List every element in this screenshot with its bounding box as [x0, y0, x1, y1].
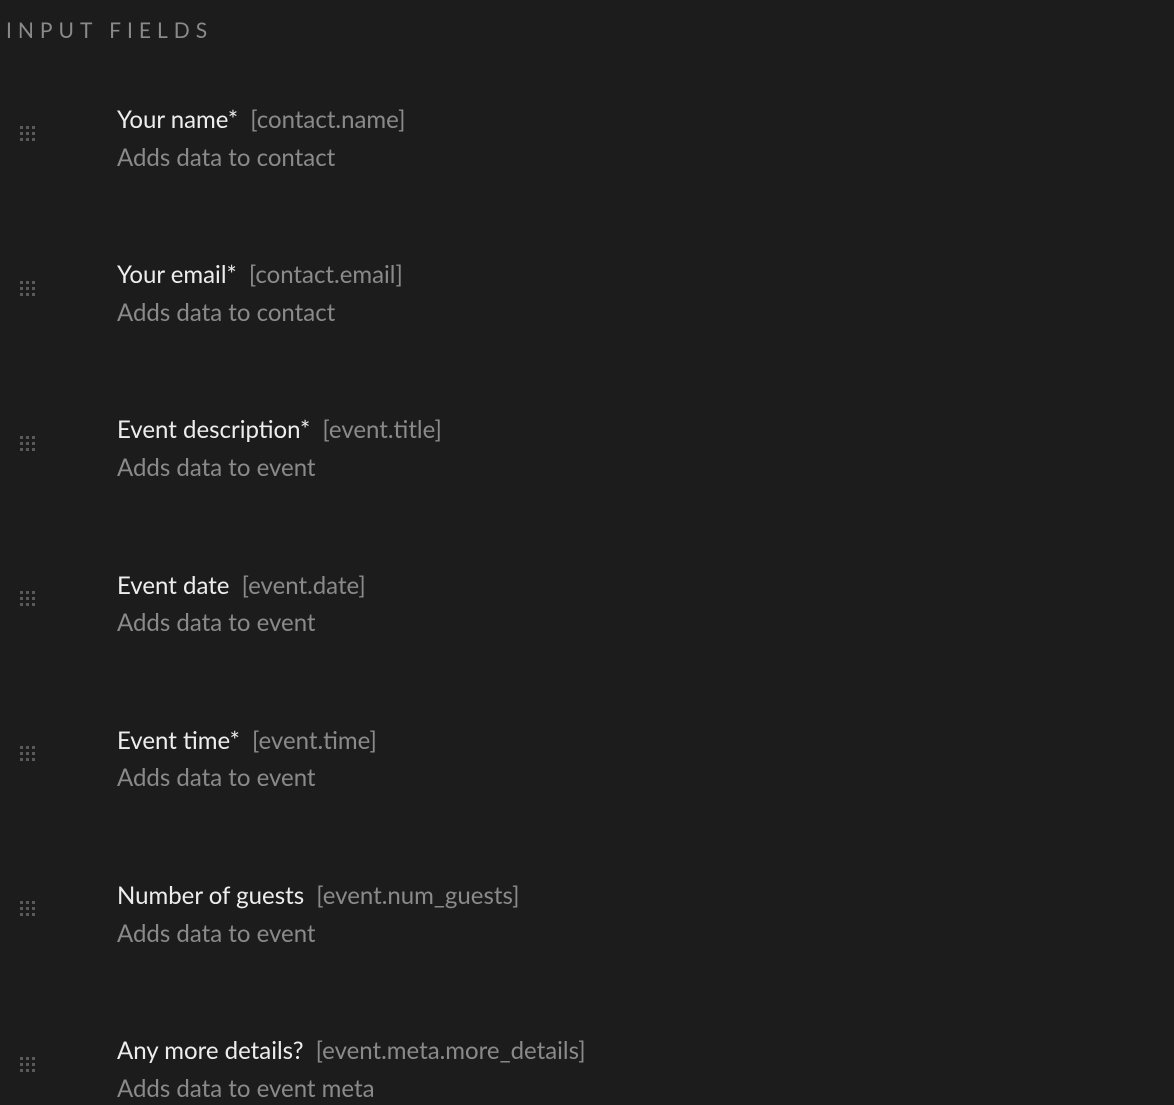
field-label: Event time: [117, 726, 230, 755]
field-description: Adds data to contact: [117, 141, 1174, 175]
field-content: Event description* [event.title] Adds da…: [117, 413, 1174, 484]
required-asterisk: *: [228, 105, 238, 134]
field-title: Event description* [event.title]: [117, 413, 1174, 447]
field-description: Adds data to event: [117, 761, 1174, 795]
input-fields-list: Your name* [contact.name] Adds data to c…: [0, 43, 1174, 1105]
field-description: Adds data to contact: [117, 296, 1174, 330]
field-key: [contact.email]: [249, 260, 403, 289]
required-asterisk: *: [300, 415, 310, 444]
field-row[interactable]: Event date [event.date] Adds data to eve…: [0, 569, 1174, 640]
field-label: Your email: [117, 260, 226, 289]
field-row[interactable]: Event time* [event.time] Adds data to ev…: [0, 724, 1174, 795]
field-row[interactable]: Event description* [event.title] Adds da…: [0, 413, 1174, 484]
field-description: Adds data to event: [117, 451, 1174, 485]
drag-handle-icon[interactable]: [17, 744, 37, 764]
field-key: [event.time]: [252, 726, 377, 755]
field-description: Adds data to event: [117, 917, 1174, 951]
drag-handle-icon[interactable]: [17, 1054, 37, 1074]
drag-handle-icon[interactable]: [17, 589, 37, 609]
required-asterisk: *: [226, 260, 236, 289]
field-title: Your name* [contact.name]: [117, 103, 1174, 137]
field-content: Your name* [contact.name] Adds data to c…: [117, 103, 1174, 174]
field-content: Event date [event.date] Adds data to eve…: [117, 569, 1174, 640]
field-label: Event description: [117, 415, 300, 444]
field-description: Adds data to event: [117, 606, 1174, 640]
field-label: Any more details?: [117, 1036, 303, 1065]
field-title: Event time* [event.time]: [117, 724, 1174, 758]
field-label: Your name: [117, 105, 228, 134]
field-content: Any more details? [event.meta.more_detai…: [117, 1034, 1174, 1105]
field-title: Event date [event.date]: [117, 569, 1174, 603]
field-row[interactable]: Number of guests [event.num_guests] Adds…: [0, 879, 1174, 950]
section-header: INPUT FIELDS: [0, 0, 1174, 43]
field-title: Your email* [contact.email]: [117, 258, 1174, 292]
drag-handle-icon[interactable]: [17, 433, 37, 453]
required-asterisk: *: [230, 726, 240, 755]
drag-handle-icon[interactable]: [17, 278, 37, 298]
field-key: [contact.name]: [250, 105, 405, 134]
field-title: Number of guests [event.num_guests]: [117, 879, 1174, 913]
field-content: Event time* [event.time] Adds data to ev…: [117, 724, 1174, 795]
field-title: Any more details? [event.meta.more_detai…: [117, 1034, 1174, 1068]
field-row[interactable]: Any more details? [event.meta.more_detai…: [0, 1034, 1174, 1105]
field-description: Adds data to event meta: [117, 1072, 1174, 1105]
field-content: Number of guests [event.num_guests] Adds…: [117, 879, 1174, 950]
field-key: [event.meta.more_details]: [316, 1036, 586, 1065]
field-key: [event.title]: [322, 415, 441, 444]
field-key: [event.date]: [242, 571, 366, 600]
drag-handle-icon[interactable]: [17, 123, 37, 143]
field-label: Number of guests: [117, 881, 304, 910]
field-row[interactable]: Your name* [contact.name] Adds data to c…: [0, 103, 1174, 174]
drag-handle-icon[interactable]: [17, 899, 37, 919]
field-label: Event date: [117, 571, 229, 600]
field-key: [event.num_guests]: [316, 881, 519, 910]
field-content: Your email* [contact.email] Adds data to…: [117, 258, 1174, 329]
field-row[interactable]: Your email* [contact.email] Adds data to…: [0, 258, 1174, 329]
